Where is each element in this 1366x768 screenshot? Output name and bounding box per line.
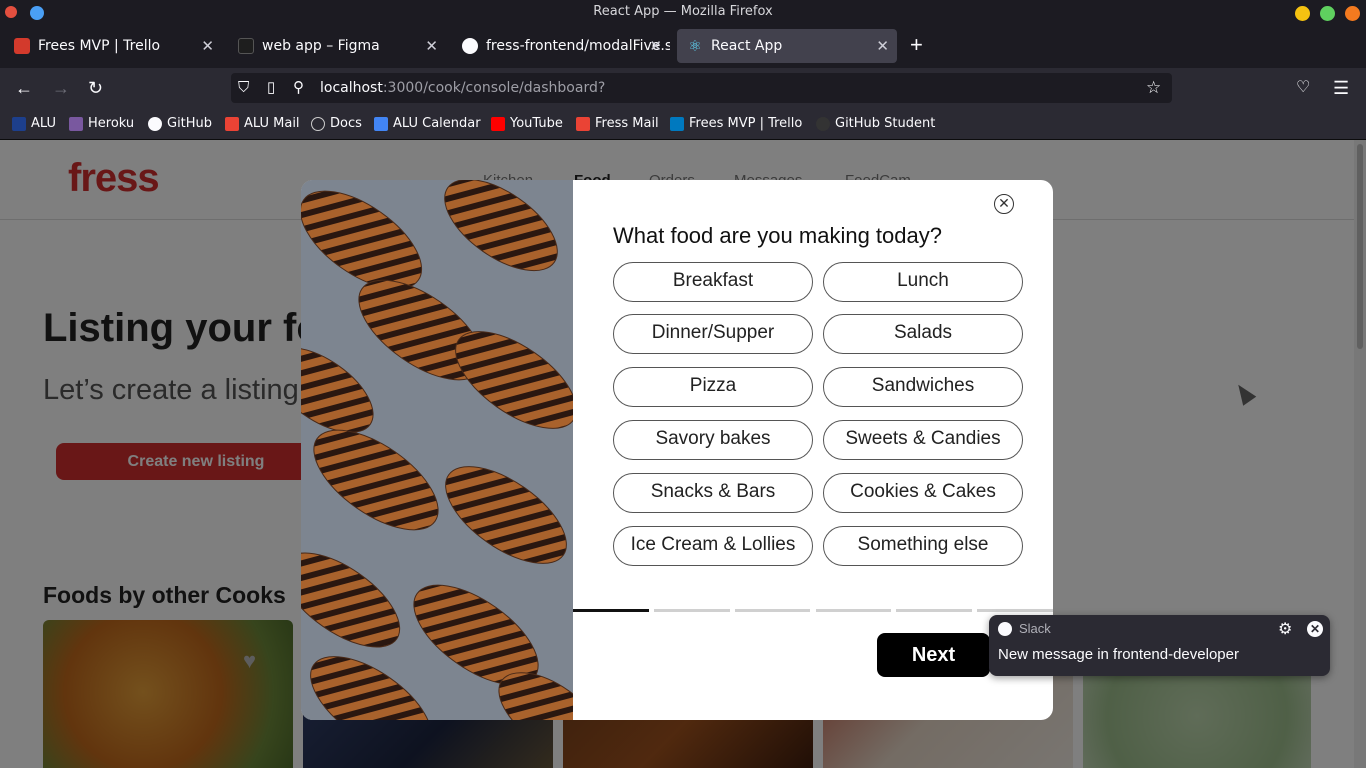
bookmark-github[interactable]: GitHub (148, 116, 212, 131)
tab-figma[interactable]: web app – Figma ✕ (228, 29, 446, 63)
croissant-photo (301, 180, 573, 720)
tab-strip: Frees MVP | Trello ✕ web app – Figma ✕ f… (0, 25, 1366, 68)
window-title: React App — Mozilla Firefox (593, 4, 773, 19)
tab-trello[interactable]: Frees MVP | Trello ✕ (4, 29, 222, 63)
url-bar[interactable]: ⛉ ▯ ⚲ localhost:3000/cook/console/dashbo… (231, 73, 1172, 103)
progress-segment (653, 609, 730, 612)
close-tab-icon[interactable]: ✕ (201, 37, 214, 55)
close-modal-button[interactable]: ✕ (994, 194, 1014, 214)
slack-icon (998, 622, 1012, 636)
back-arrow-icon[interactable]: ← (15, 78, 33, 98)
notification-message: New message in frontend-developer (998, 646, 1239, 663)
food-type-modal: ✕ What food are you making today? Breakf… (301, 180, 1053, 720)
page-viewport: fress Kitchen Food Orders Messages FoodC… (0, 140, 1366, 768)
gmail-icon (225, 116, 239, 131)
hamburger-menu-icon[interactable]: ☰ (1333, 78, 1349, 98)
bookmark-label: YouTube (510, 116, 563, 131)
bookmark-docs[interactable]: Docs (311, 116, 362, 131)
globe-icon (311, 116, 325, 131)
notification-app-name: Slack (1019, 621, 1051, 636)
option-dinner-supper[interactable]: Dinner/Supper (613, 314, 813, 354)
modal-question: What food are you making today? (613, 223, 942, 248)
bookmark-label: ALU Mail (244, 116, 300, 131)
option-lunch[interactable]: Lunch (823, 262, 1023, 302)
reload-icon[interactable]: ↻ (88, 78, 103, 98)
tab-github[interactable]: fress-frontend/modalFive.s ✕ (452, 29, 670, 63)
bookmark-trello[interactable]: Frees MVP | Trello (670, 116, 802, 131)
tab-label: React App (711, 38, 783, 54)
bookmark-label: ALU (31, 116, 57, 131)
slack-notification[interactable]: Slack ⚙ ✕ New message in frontend-develo… (989, 615, 1330, 676)
progress-segment (815, 609, 892, 612)
bookmark-youtube[interactable]: YouTube (491, 116, 563, 131)
option-salads[interactable]: Salads (823, 314, 1023, 354)
bookmark-label: GitHub (167, 116, 213, 131)
progress-segment (977, 609, 1053, 612)
croissant-illustration (301, 180, 573, 720)
close-tab-icon[interactable]: ✕ (425, 37, 438, 55)
shield-icon[interactable]: ⛉ (238, 78, 249, 98)
next-button[interactable]: Next (877, 633, 990, 677)
progress-segment (734, 609, 811, 612)
new-tab-button[interactable]: + (910, 34, 923, 56)
bookmark-label: Fress Mail (595, 116, 659, 131)
option-snacks-bars[interactable]: Snacks & Bars (613, 473, 813, 513)
gmail-icon (576, 116, 590, 131)
url-host: localhost (320, 80, 383, 96)
option-breakfast[interactable]: Breakfast (613, 262, 813, 302)
minimize-button[interactable] (1295, 6, 1310, 21)
bookmarks-toolbar: ALU Heroku GitHub ALU Mail Docs ALU Cale… (0, 108, 1366, 140)
url-path: :3000/cook/console/dashboard? (382, 80, 606, 96)
tab-label: fress-frontend/modalFive.s (486, 38, 670, 54)
window-titlebar: React App — Mozilla Firefox (0, 0, 1366, 25)
alu-icon (12, 116, 26, 131)
pocket-icon[interactable]: ♡ (1296, 78, 1310, 98)
option-ice-cream-lollies[interactable]: Ice Cream & Lollies (613, 526, 813, 566)
tab-react-app[interactable]: ⚛ React App ✕ (677, 29, 897, 63)
trello-icon (14, 38, 30, 54)
trello-icon (670, 116, 684, 131)
page-icon[interactable]: ▯ (267, 78, 275, 98)
github-icon (816, 116, 830, 131)
bookmark-star-icon[interactable]: ☆ (1146, 78, 1161, 98)
option-cookies-cakes[interactable]: Cookies & Cakes (823, 473, 1023, 513)
close-tab-icon[interactable]: ✕ (649, 37, 662, 55)
close-window-button[interactable] (1345, 6, 1360, 21)
close-notification-icon[interactable]: ✕ (1307, 621, 1323, 637)
close-tab-icon[interactable]: ✕ (876, 37, 889, 55)
react-icon: ⚛ (688, 37, 702, 55)
figma-icon (238, 38, 254, 54)
option-pizza[interactable]: Pizza (613, 367, 813, 407)
bookmark-label: Heroku (88, 116, 135, 131)
tab-label: web app – Figma (262, 38, 380, 54)
navigation-toolbar: ← → ↻ ⛉ ▯ ⚲ localhost:3000/cook/console/… (0, 68, 1366, 108)
forward-arrow-icon[interactable]: → (52, 78, 70, 98)
option-savory-bakes[interactable]: Savory bakes (613, 420, 813, 460)
bookmark-alu-mail[interactable]: ALU Mail (225, 116, 300, 131)
maximize-button[interactable] (1320, 6, 1335, 21)
calendar-icon (374, 116, 388, 131)
option-sandwiches[interactable]: Sandwiches (823, 367, 1023, 407)
gear-icon[interactable]: ⚙ (1278, 619, 1292, 639)
option-something-else[interactable]: Something else (823, 526, 1023, 566)
bookmark-heroku[interactable]: Heroku (69, 116, 134, 131)
bookmark-alu[interactable]: ALU (12, 116, 56, 131)
progress-segment (573, 609, 649, 612)
url-text[interactable]: localhost:3000/cook/console/dashboard? (320, 80, 605, 96)
permissions-icon[interactable]: ⚲ (293, 78, 304, 98)
bookmark-label: GitHub Student (835, 116, 936, 131)
option-sweets-candies[interactable]: Sweets & Candies (823, 420, 1023, 460)
bookmark-alu-calendar[interactable]: ALU Calendar (374, 116, 481, 131)
github-icon (148, 116, 162, 131)
github-icon (462, 38, 478, 54)
tab-label: Frees MVP | Trello (38, 38, 161, 54)
bookmark-label: ALU Calendar (393, 116, 481, 131)
bookmark-github-student[interactable]: GitHub Student (816, 116, 935, 131)
bookmark-fress-mail[interactable]: Fress Mail (576, 116, 659, 131)
progress-segment (896, 609, 973, 612)
heroku-icon (69, 116, 83, 131)
bookmark-label: Docs (330, 116, 362, 131)
youtube-icon (491, 116, 505, 131)
bookmark-label: Frees MVP | Trello (689, 116, 803, 131)
